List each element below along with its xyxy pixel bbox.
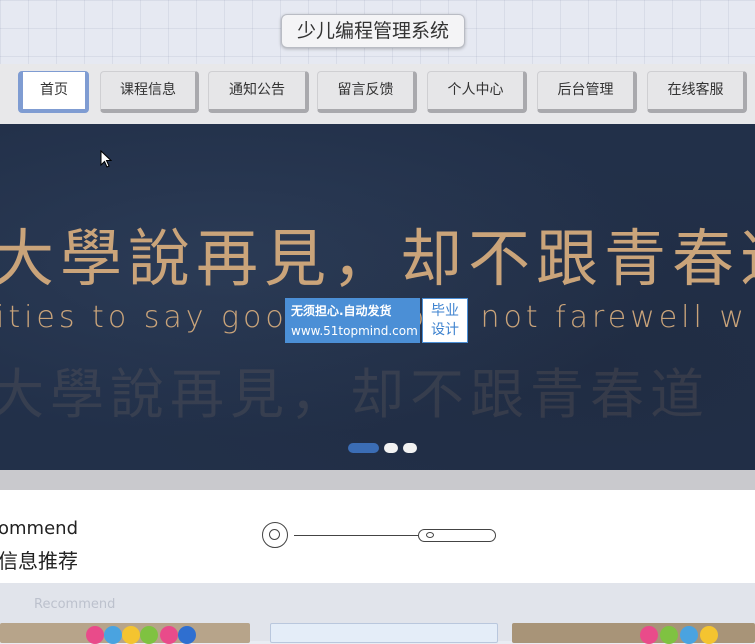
card-image-ball bbox=[104, 626, 122, 644]
ad-badge: 毕业 设计 bbox=[422, 298, 468, 343]
carousel-dot-3[interactable] bbox=[403, 443, 417, 453]
decor-line bbox=[294, 535, 418, 536]
ad-badge-line2: 设计 bbox=[431, 322, 459, 338]
ad-overlay[interactable]: 无须担心.自动发货 www.51topmind.com 毕业 设计 bbox=[285, 298, 468, 343]
header: 少儿编程管理系统 bbox=[0, 0, 755, 64]
recommend-title-en: ommend bbox=[0, 518, 78, 539]
mouse-cursor-icon bbox=[100, 150, 112, 168]
banner-carousel[interactable]: 大學說再見，却不跟青春道 ities to say goodbye, but n… bbox=[0, 124, 755, 470]
ad-left-panel: 无须担心.自动发货 www.51topmind.com bbox=[285, 298, 420, 343]
nav-item-notices[interactable]: 通知公告 bbox=[208, 71, 309, 113]
ad-badge-line1: 毕业 bbox=[431, 303, 459, 319]
card-image-ball bbox=[680, 626, 698, 644]
nav-item-admin[interactable]: 后台管理 bbox=[537, 71, 637, 113]
site-title: 少儿编程管理系统 bbox=[281, 14, 465, 48]
nav-item-feedback[interactable]: 留言反馈 bbox=[317, 71, 417, 113]
card-image-ball bbox=[86, 626, 104, 644]
decor-circle-inner bbox=[269, 529, 280, 540]
recommend-card[interactable] bbox=[270, 623, 498, 643]
section-divider bbox=[0, 470, 755, 490]
nav-item-online-service[interactable]: 在线客服 bbox=[647, 71, 747, 113]
card-image-ball bbox=[700, 626, 718, 644]
card-image-ball bbox=[160, 626, 178, 644]
main-nav: 首页 课程信息 通知公告 留言反馈 个人中心 后台管理 在线客服 bbox=[0, 64, 755, 124]
recommend-section: ommend 信息推荐 bbox=[0, 490, 755, 583]
recommend-title-cn: 信息推荐 bbox=[0, 549, 78, 573]
card-image-ball bbox=[122, 626, 140, 644]
carousel-dot-2[interactable] bbox=[384, 443, 398, 453]
carousel-dot-1[interactable] bbox=[348, 443, 379, 453]
banner-ghost-text: 大學說再見，却不跟青春道 bbox=[0, 363, 710, 426]
recommend-card[interactable] bbox=[512, 623, 755, 643]
card-image-ball bbox=[178, 626, 196, 644]
ad-url: www.51topmind.com bbox=[291, 324, 418, 338]
nav-item-home[interactable]: 首页 bbox=[18, 71, 89, 113]
decor-pill-icon bbox=[418, 529, 496, 542]
card-image-ball bbox=[660, 626, 678, 644]
recommend-list: Recommend bbox=[0, 583, 755, 644]
banner-headline: 大學說再見，却不跟青春道 bbox=[0, 222, 755, 295]
nav-item-personal-center[interactable]: 个人中心 bbox=[427, 71, 527, 113]
card-image-ball bbox=[140, 626, 158, 644]
card-image-ball bbox=[640, 626, 658, 644]
decor-circle-icon bbox=[262, 522, 288, 548]
recommend-ghost-label: Recommend bbox=[34, 597, 116, 612]
ad-line1: 无须担心.自动发货 bbox=[291, 304, 392, 318]
nav-item-course-info[interactable]: 课程信息 bbox=[100, 71, 199, 113]
decor-pill-dot bbox=[426, 532, 434, 538]
